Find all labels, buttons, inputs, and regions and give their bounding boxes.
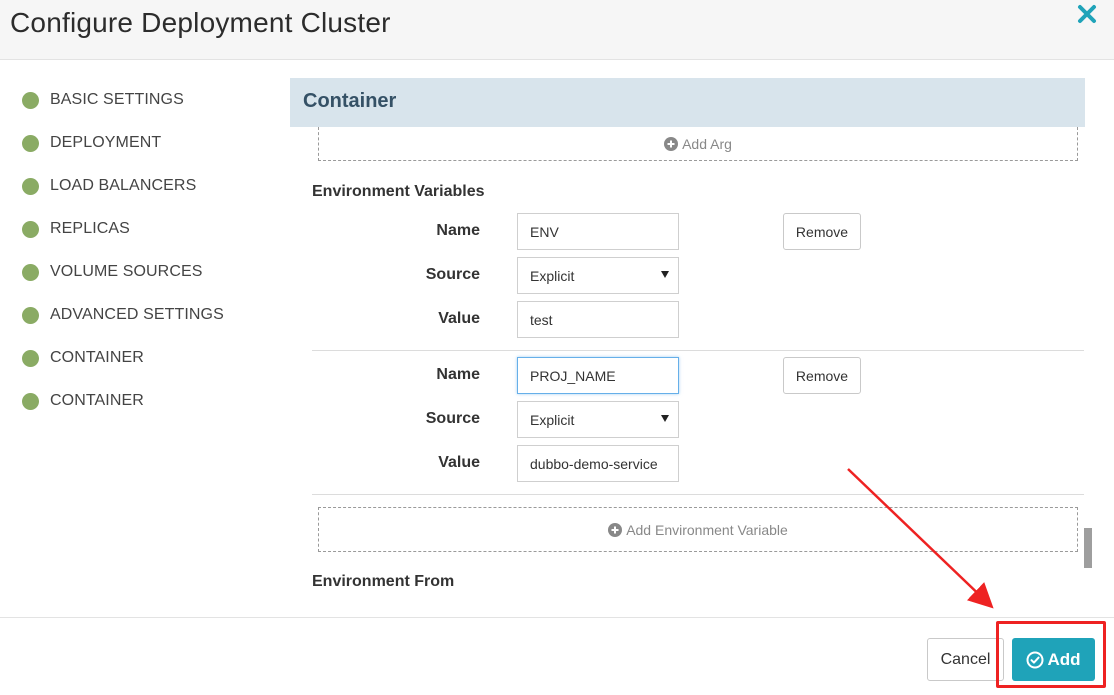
status-dot-icon [22, 177, 39, 195]
add-button-label: Add [1047, 649, 1081, 669]
plus-circle-icon [608, 522, 623, 537]
sidebar-item-volume-sources[interactable]: VOLUME SOURCES [22, 260, 203, 284]
sidebar-item-basic-settings[interactable]: BASIC SETTINGS [22, 88, 184, 112]
source-label: Source [425, 410, 480, 427]
cancel-button[interactable]: Cancel [927, 638, 1004, 681]
env-source-select[interactable]: Explicit [517, 401, 679, 438]
sidebar-item-label: DEPLOYMENT [50, 134, 162, 151]
sidebar-item-container[interactable]: CONTAINER [22, 389, 144, 413]
env-source-value: Explicit [530, 267, 575, 284]
status-dot-icon [22, 220, 39, 238]
sidebar-item-load-balancers[interactable]: LOAD BALANCERS [22, 174, 196, 198]
sidebar-item-label: CONTAINER [50, 392, 144, 409]
env-source-select[interactable]: Explicit [517, 257, 679, 294]
status-dot-icon [22, 263, 39, 281]
divider [312, 494, 1084, 495]
container-form: Container Add Arg Environment Variables … [290, 60, 1114, 617]
sidebar-item-deployment[interactable]: DEPLOYMENT [22, 131, 161, 155]
name-label: Name [436, 222, 480, 239]
sidebar-item-label: VOLUME SOURCES [50, 263, 203, 280]
scrollbar-thumb[interactable] [1084, 528, 1092, 568]
status-dot-icon [22, 349, 39, 367]
sidebar-item-advanced-settings[interactable]: ADVANCED SETTINGS [22, 303, 224, 327]
caret-down-icon [661, 415, 669, 422]
dialog-footer: Cancel Add [0, 617, 1114, 695]
status-dot-icon [22, 392, 39, 410]
add-env-label: Add Environment Variable [626, 521, 788, 538]
status-dot-icon [22, 134, 39, 152]
remove-env-button[interactable]: Remove [783, 213, 861, 250]
section-header: Container [290, 78, 1085, 127]
sidebar-item-label: REPLICAS [50, 220, 130, 237]
name-label: Name [436, 366, 480, 383]
close-icon[interactable] [1076, 3, 1098, 25]
value-label: Value [438, 310, 480, 327]
sidebar-item-container[interactable]: CONTAINER [22, 346, 144, 370]
env-name-input[interactable]: ENV [517, 213, 679, 250]
dialog-header: Configure Deployment Cluster [0, 0, 1114, 60]
status-dot-icon [22, 91, 39, 109]
env-value-input[interactable]: test [517, 301, 679, 338]
sidebar-item-label: LOAD BALANCERS [50, 177, 197, 194]
remove-env-button[interactable]: Remove [783, 357, 861, 394]
sidebar-nav: BASIC SETTINGS DEPLOYMENT LOAD BALANCERS… [0, 60, 280, 617]
sidebar-item-label: BASIC SETTINGS [50, 91, 184, 108]
plus-circle-icon [664, 136, 679, 151]
env-from-heading: Environment From [312, 573, 455, 590]
sidebar-item-label: ADVANCED SETTINGS [50, 306, 224, 323]
caret-down-icon [661, 271, 669, 278]
source-label: Source [425, 266, 480, 283]
sidebar-item-label: CONTAINER [50, 349, 144, 366]
env-name-input[interactable]: PROJ_NAME [517, 357, 679, 394]
section-title: Container [303, 90, 397, 112]
add-arg-label: Add Arg [682, 135, 732, 152]
add-button[interactable]: Add [1012, 638, 1095, 681]
divider [312, 350, 1084, 351]
value-label: Value [438, 454, 480, 471]
env-vars-heading: Environment Variables [312, 183, 485, 200]
sidebar-item-replicas[interactable]: REPLICAS [22, 217, 130, 241]
add-environment-variable-button[interactable]: Add Environment Variable [318, 507, 1078, 552]
dialog-title: Configure Deployment Cluster [10, 7, 391, 38]
env-source-value: Explicit [530, 411, 575, 428]
configure-deployment-cluster-dialog: Configure Deployment Cluster BASIC SETTI… [0, 0, 1114, 695]
check-circle-icon [1026, 651, 1044, 668]
env-value-input[interactable]: dubbo-demo-service [517, 445, 679, 482]
status-dot-icon [22, 306, 39, 324]
add-arg-button[interactable]: Add Arg [318, 127, 1078, 161]
